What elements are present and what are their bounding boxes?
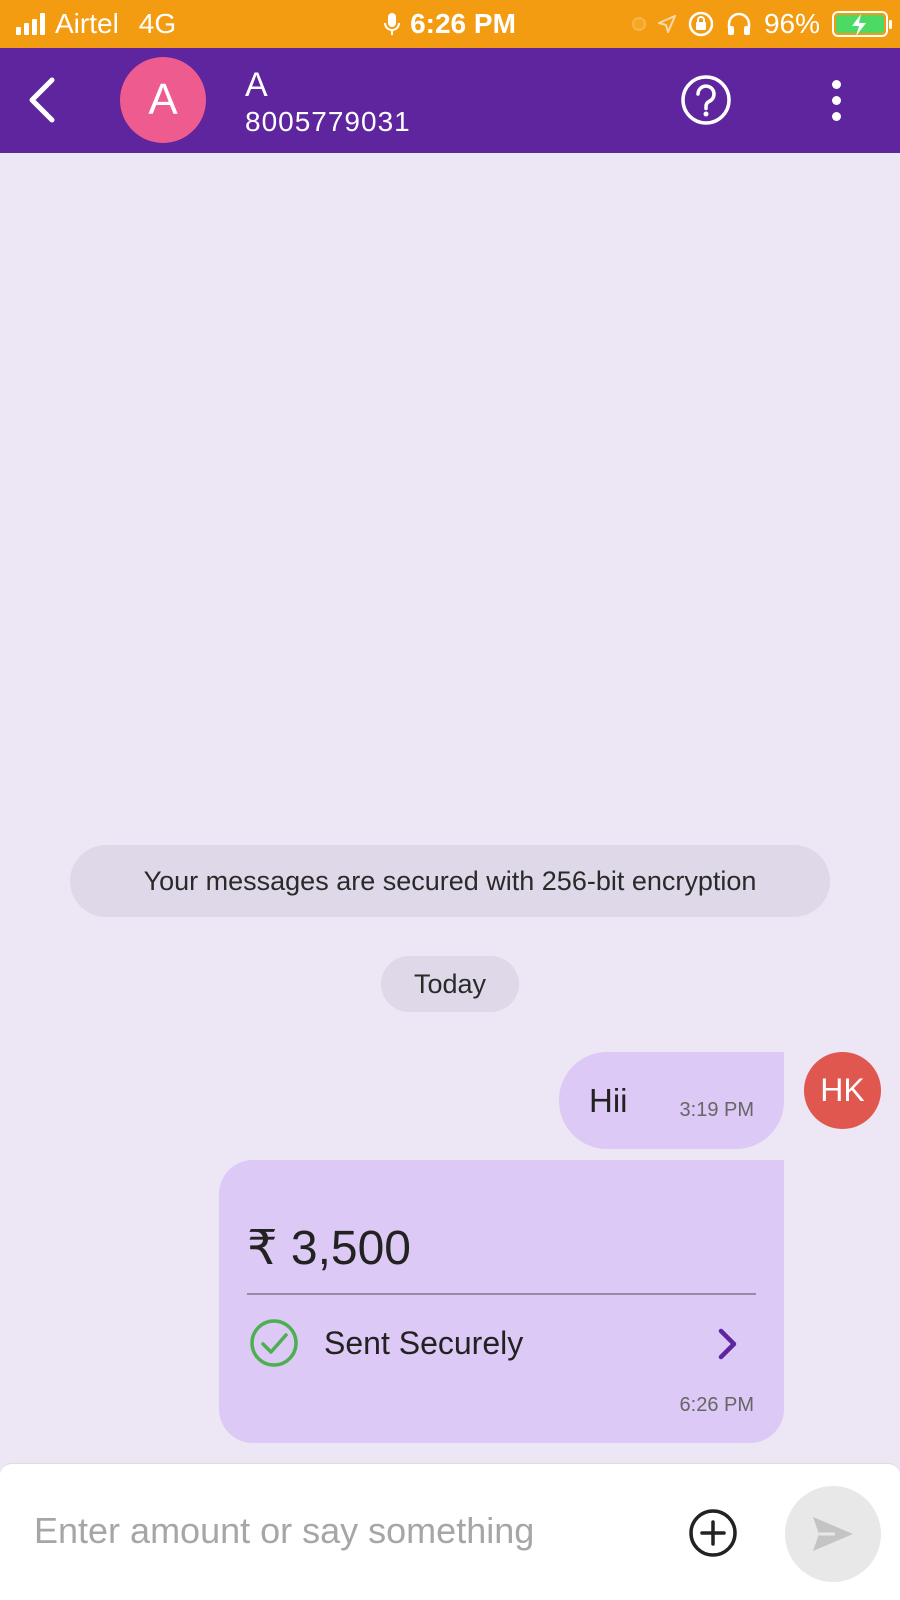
message-time: 3:19 PM [679,1099,754,1121]
payment-amount: ₹ 3,500 [247,1222,411,1275]
message-text: Hii [589,1082,628,1119]
chevron-right-icon[interactable] [711,1326,743,1362]
battery-percent: 96% [763,8,820,39]
more-options-button[interactable] [808,72,864,128]
sender-avatar: HK [804,1052,881,1129]
divider [247,1293,756,1295]
battery-icon [832,11,892,37]
payment-card[interactable]: ₹ 3,500 Sent Securely 6:26 PM [219,1160,784,1443]
encryption-notice: Your messages are secured with 256-bit e… [70,845,830,917]
send-icon [813,1517,853,1551]
back-button[interactable] [14,72,70,128]
headphones-icon [727,12,751,35]
composer-bar [0,1463,900,1600]
date-divider: Today [381,956,519,1012]
chat-header: A A 8005779031 [0,48,900,153]
plus-circle-icon[interactable] [688,1508,738,1558]
question-circle-icon [681,75,731,125]
chevron-left-icon [29,77,55,123]
message-input[interactable] [34,1486,654,1576]
check-circle-icon [250,1319,298,1367]
payment-status: Sent Securely [324,1325,524,1361]
status-bar: Airtel 4G 6:26 PM 96% [0,0,900,48]
message-bubble[interactable]: Hii 3:19 PM [559,1052,784,1149]
help-button[interactable] [680,74,732,126]
rotation-lock-icon [688,11,714,37]
more-vertical-icon [831,79,841,89]
clock: 6:26 PM [410,8,516,39]
send-button[interactable] [785,1486,881,1582]
contact-name[interactable]: A [245,66,268,105]
contact-phone[interactable]: 8005779031 [245,106,411,138]
recording-dot-icon [631,17,646,31]
location-icon [657,15,676,33]
payment-time: 6:26 PM [679,1394,754,1416]
microphone-icon [384,13,401,35]
contact-avatar[interactable]: A [120,57,206,143]
